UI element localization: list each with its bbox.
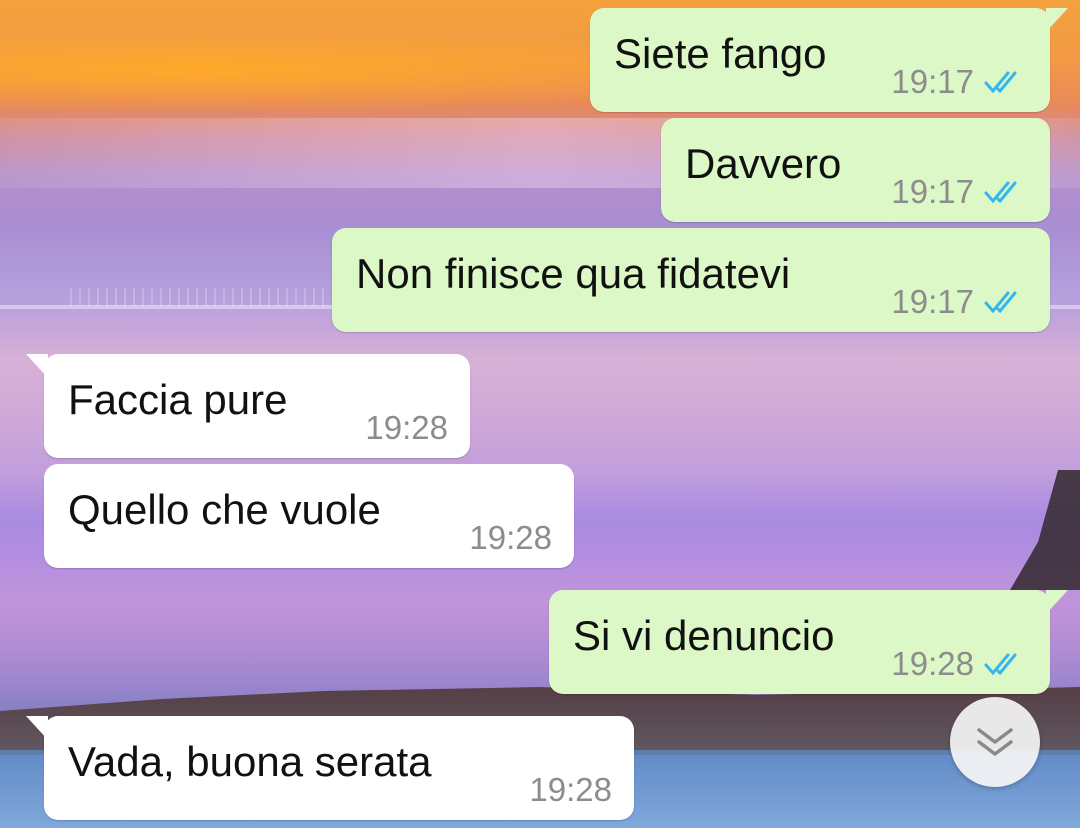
message-bubble-outgoing[interactable]: Si vi denuncio 19:28 <box>549 590 1068 694</box>
double-chevron-down-icon <box>977 728 1013 756</box>
message-time: 19:17 <box>891 283 974 320</box>
message-meta: 19:28 <box>365 410 448 446</box>
wallpaper-city-lights <box>70 288 330 306</box>
message-bubble-incoming[interactable]: Vada, buona serata 19:28 <box>26 716 634 820</box>
message-bubble-incoming[interactable]: Faccia pure 19:28 <box>26 354 470 458</box>
double-check-read-icon <box>984 71 1017 94</box>
message-time: 19:28 <box>529 771 612 808</box>
message-time: 19:28 <box>891 645 974 682</box>
message-time: 19:17 <box>891 63 974 100</box>
message-bubble-outgoing[interactable]: Siete fango 19:17 <box>590 8 1068 112</box>
double-check-read-icon <box>984 291 1017 314</box>
message-bubble-incoming[interactable]: Quello che vuole 19:28 <box>44 464 574 568</box>
message-text: Vada, buona serata <box>68 738 432 785</box>
message-time: 19:28 <box>469 519 552 556</box>
wallpaper-rock <box>1010 470 1080 590</box>
message-meta: 19:28 <box>469 520 552 556</box>
message-text: Faccia pure <box>68 376 288 423</box>
message-time: 19:17 <box>891 173 974 210</box>
message-bubble-outgoing[interactable]: Davvero 19:17 <box>661 118 1050 222</box>
message-meta: 19:28 <box>529 772 612 808</box>
message-meta: 19:28 <box>891 646 1028 682</box>
scroll-to-bottom-button[interactable] <box>950 697 1040 787</box>
double-check-read-icon <box>984 653 1017 676</box>
message-time: 19:28 <box>365 409 448 446</box>
double-check-read-icon <box>984 181 1017 204</box>
message-meta: 19:17 <box>891 64 1028 100</box>
message-text: Quello che vuole <box>68 486 381 533</box>
message-text: Siete fango <box>614 30 827 77</box>
message-meta: 19:17 <box>891 284 1028 320</box>
message-text: Si vi denuncio <box>573 612 835 659</box>
message-text: Non finisce qua fidatevi <box>356 250 791 297</box>
message-meta: 19:17 <box>891 174 1028 210</box>
message-bubble-outgoing[interactable]: Non finisce qua fidatevi 19:17 <box>332 228 1050 332</box>
message-text: Davvero <box>685 140 842 187</box>
